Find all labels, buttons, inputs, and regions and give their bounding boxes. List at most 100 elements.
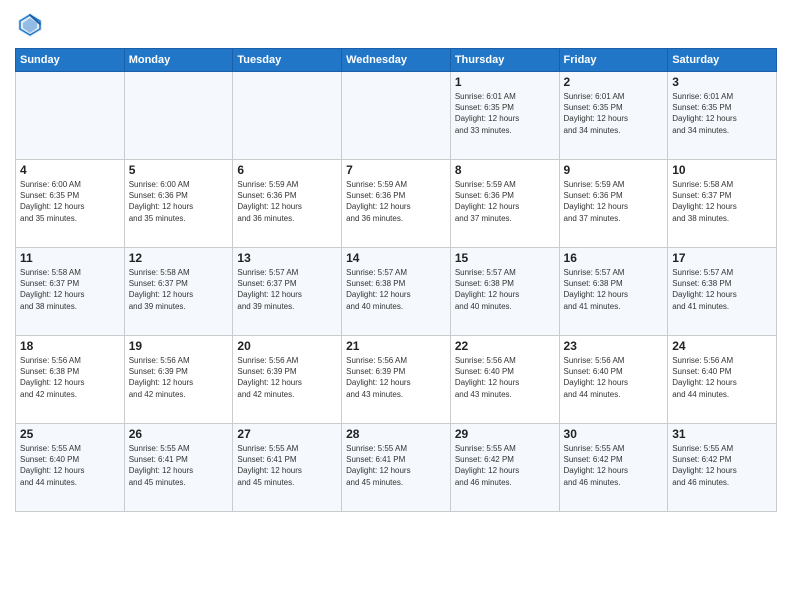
day-info: Sunrise: 5:55 AM Sunset: 6:41 PM Dayligh…: [129, 443, 229, 488]
weekday-header-friday: Friday: [559, 49, 668, 72]
day-info: Sunrise: 5:59 AM Sunset: 6:36 PM Dayligh…: [346, 179, 446, 224]
calendar-cell: 11 Sunrise: 5:58 AM Sunset: 6:37 PM Dayli…: [16, 248, 125, 336]
calendar-cell: 26 Sunrise: 5:55 AM Sunset: 6:41 PM Dayli…: [124, 424, 233, 512]
calendar-cell: 21 Sunrise: 5:56 AM Sunset: 6:39 PM Dayli…: [342, 336, 451, 424]
day-info: Sunrise: 5:57 AM Sunset: 6:38 PM Dayligh…: [564, 267, 664, 312]
day-number: 17: [672, 251, 772, 265]
day-info: Sunrise: 6:01 AM Sunset: 6:35 PM Dayligh…: [455, 91, 555, 136]
weekday-header-thursday: Thursday: [450, 49, 559, 72]
day-info: Sunrise: 5:55 AM Sunset: 6:42 PM Dayligh…: [564, 443, 664, 488]
day-info: Sunrise: 5:56 AM Sunset: 6:38 PM Dayligh…: [20, 355, 120, 400]
calendar-body: 1 Sunrise: 6:01 AM Sunset: 6:35 PM Daylig…: [16, 72, 777, 512]
day-number: 16: [564, 251, 664, 265]
calendar-cell: 9 Sunrise: 5:59 AM Sunset: 6:36 PM Daylig…: [559, 160, 668, 248]
day-number: 15: [455, 251, 555, 265]
header: [15, 10, 777, 40]
calendar-cell: [342, 72, 451, 160]
logo-icon: [15, 10, 45, 40]
weekday-header-saturday: Saturday: [668, 49, 777, 72]
calendar-page: SundayMondayTuesdayWednesdayThursdayFrid…: [0, 0, 792, 612]
day-number: 3: [672, 75, 772, 89]
day-number: 23: [564, 339, 664, 353]
calendar-cell: 19Sunrise: 5:56 AM Sunset: 6:39 PM Dayli…: [124, 336, 233, 424]
calendar-cell: 31 Sunrise: 5:55 AM Sunset: 6:42 PM Dayli…: [668, 424, 777, 512]
calendar-cell: 22Sunrise: 5:56 AM Sunset: 6:40 PM Dayli…: [450, 336, 559, 424]
calendar-cell: 28Sunrise: 5:55 AM Sunset: 6:41 PM Dayli…: [342, 424, 451, 512]
day-info: Sunrise: 6:01 AM Sunset: 6:35 PM Dayligh…: [672, 91, 772, 136]
day-number: 6: [237, 163, 337, 177]
day-number: 8: [455, 163, 555, 177]
calendar-cell: 24 Sunrise: 5:56 AM Sunset: 6:40 PM Dayli…: [668, 336, 777, 424]
day-number: 14: [346, 251, 446, 265]
day-number: 9: [564, 163, 664, 177]
calendar-cell: 12 Sunrise: 5:58 AM Sunset: 6:37 PM Dayli…: [124, 248, 233, 336]
day-info: Sunrise: 5:59 AM Sunset: 6:36 PM Dayligh…: [455, 179, 555, 224]
weekday-header-sunday: Sunday: [16, 49, 125, 72]
day-info: Sunrise: 5:55 AM Sunset: 6:42 PM Dayligh…: [672, 443, 772, 488]
day-number: 25: [20, 427, 120, 441]
day-info: Sunrise: 5:58 AM Sunset: 6:37 PM Dayligh…: [20, 267, 120, 312]
day-number: 5: [129, 163, 229, 177]
day-info: Sunrise: 6:00 AM Sunset: 6:36 PM Dayligh…: [129, 179, 229, 224]
calendar-week-5: 25 Sunrise: 5:55 AM Sunset: 6:40 PM Dayli…: [16, 424, 777, 512]
calendar-header-row: SundayMondayTuesdayWednesdayThursdayFrid…: [16, 49, 777, 72]
calendar-cell: 16 Sunrise: 5:57 AM Sunset: 6:38 PM Dayli…: [559, 248, 668, 336]
day-number: 21: [346, 339, 446, 353]
calendar-cell: 23 Sunrise: 5:56 AM Sunset: 6:40 PM Dayli…: [559, 336, 668, 424]
calendar-cell: 10 Sunrise: 5:58 AM Sunset: 6:37 PM Dayli…: [668, 160, 777, 248]
day-info: Sunrise: 5:56 AM Sunset: 6:39 PM Dayligh…: [237, 355, 337, 400]
day-number: 1: [455, 75, 555, 89]
calendar-cell: 20 Sunrise: 5:56 AM Sunset: 6:39 PM Dayli…: [233, 336, 342, 424]
day-number: 20: [237, 339, 337, 353]
day-info: Sunrise: 5:55 AM Sunset: 6:41 PM Dayligh…: [237, 443, 337, 488]
weekday-header-tuesday: Tuesday: [233, 49, 342, 72]
day-info: Sunrise: 5:57 AM Sunset: 6:37 PM Dayligh…: [237, 267, 337, 312]
logo: [15, 10, 49, 40]
calendar-week-1: 1 Sunrise: 6:01 AM Sunset: 6:35 PM Daylig…: [16, 72, 777, 160]
calendar-table: SundayMondayTuesdayWednesdayThursdayFrid…: [15, 48, 777, 512]
calendar-cell: 3 Sunrise: 6:01 AM Sunset: 6:35 PM Daylig…: [668, 72, 777, 160]
day-number: 26: [129, 427, 229, 441]
day-info: Sunrise: 5:56 AM Sunset: 6:40 PM Dayligh…: [564, 355, 664, 400]
day-number: 7: [346, 163, 446, 177]
calendar-cell: 17 Sunrise: 5:57 AM Sunset: 6:38 PM Dayli…: [668, 248, 777, 336]
weekday-header-monday: Monday: [124, 49, 233, 72]
day-info: Sunrise: 5:55 AM Sunset: 6:41 PM Dayligh…: [346, 443, 446, 488]
day-info: Sunrise: 5:58 AM Sunset: 6:37 PM Dayligh…: [129, 267, 229, 312]
day-number: 2: [564, 75, 664, 89]
calendar-cell: 25 Sunrise: 5:55 AM Sunset: 6:40 PM Dayli…: [16, 424, 125, 512]
day-info: Sunrise: 5:56 AM Sunset: 6:39 PM Dayligh…: [346, 355, 446, 400]
calendar-cell: 8 Sunrise: 5:59 AM Sunset: 6:36 PM Daylig…: [450, 160, 559, 248]
day-number: 10: [672, 163, 772, 177]
calendar-week-4: 18 Sunrise: 5:56 AM Sunset: 6:38 PM Dayli…: [16, 336, 777, 424]
day-number: 4: [20, 163, 120, 177]
calendar-week-2: 4 Sunrise: 6:00 AM Sunset: 6:35 PM Daylig…: [16, 160, 777, 248]
calendar-cell: 5 Sunrise: 6:00 AM Sunset: 6:36 PM Daylig…: [124, 160, 233, 248]
calendar-cell: [16, 72, 125, 160]
calendar-cell: 30 Sunrise: 5:55 AM Sunset: 6:42 PM Dayli…: [559, 424, 668, 512]
day-number: 12: [129, 251, 229, 265]
calendar-cell: [233, 72, 342, 160]
day-number: 18: [20, 339, 120, 353]
day-number: 27: [237, 427, 337, 441]
day-number: 31: [672, 427, 772, 441]
day-info: Sunrise: 5:58 AM Sunset: 6:37 PM Dayligh…: [672, 179, 772, 224]
day-info: Sunrise: 5:55 AM Sunset: 6:40 PM Dayligh…: [20, 443, 120, 488]
calendar-cell: 1 Sunrise: 6:01 AM Sunset: 6:35 PM Daylig…: [450, 72, 559, 160]
day-info: Sunrise: 5:56 AM Sunset: 6:40 PM Dayligh…: [672, 355, 772, 400]
calendar-cell: 15Sunrise: 5:57 AM Sunset: 6:38 PM Dayli…: [450, 248, 559, 336]
day-number: 11: [20, 251, 120, 265]
day-number: 24: [672, 339, 772, 353]
calendar-cell: 29Sunrise: 5:55 AM Sunset: 6:42 PM Dayli…: [450, 424, 559, 512]
day-number: 30: [564, 427, 664, 441]
weekday-header-wednesday: Wednesday: [342, 49, 451, 72]
day-info: Sunrise: 5:59 AM Sunset: 6:36 PM Dayligh…: [564, 179, 664, 224]
day-info: Sunrise: 5:56 AM Sunset: 6:39 PM Dayligh…: [129, 355, 229, 400]
day-number: 13: [237, 251, 337, 265]
day-number: 22: [455, 339, 555, 353]
calendar-cell: 18 Sunrise: 5:56 AM Sunset: 6:38 PM Dayli…: [16, 336, 125, 424]
calendar-week-3: 11 Sunrise: 5:58 AM Sunset: 6:37 PM Dayli…: [16, 248, 777, 336]
day-info: Sunrise: 6:00 AM Sunset: 6:35 PM Dayligh…: [20, 179, 120, 224]
day-info: Sunrise: 5:57 AM Sunset: 6:38 PM Dayligh…: [672, 267, 772, 312]
calendar-cell: 7 Sunrise: 5:59 AM Sunset: 6:36 PM Daylig…: [342, 160, 451, 248]
